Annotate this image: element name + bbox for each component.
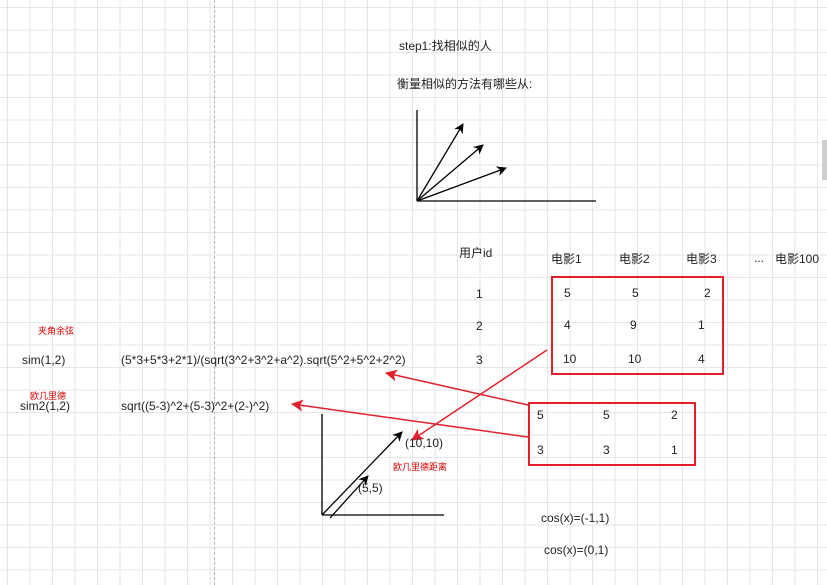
cos-range-example-1: cos(x)=(-1,1) bbox=[541, 511, 610, 525]
vector-arrow-3 bbox=[416, 166, 507, 202]
user-id-1: 1 bbox=[476, 287, 483, 301]
cosine-label: sim(1,2) bbox=[22, 353, 66, 367]
rating-cell: 5 bbox=[632, 286, 639, 300]
rating-cell: 4 bbox=[698, 352, 705, 366]
movie-header-ellipsis: ... bbox=[754, 251, 765, 265]
diff-cell: 2 bbox=[671, 408, 678, 422]
diff-cell: 5 bbox=[603, 408, 610, 422]
euclid-label: sim2(1,2) bbox=[20, 399, 71, 413]
vector-arrow-2 bbox=[416, 144, 484, 202]
cosine-note: 夹角余弦 bbox=[38, 326, 75, 336]
rating-cell: 2 bbox=[704, 286, 711, 300]
question-text: 衡量相似的方法有哪些从: bbox=[397, 77, 533, 91]
euclid-distance-note: 欧几里德距离 bbox=[393, 462, 448, 472]
diff-cell: 5 bbox=[537, 408, 544, 422]
euclid-formula: sqrt((5-3)^2+(5-3)^2+(2-)^2) bbox=[121, 399, 270, 413]
rating-cell: 1 bbox=[698, 318, 705, 332]
rating-cell: 10 bbox=[563, 352, 577, 366]
vector-arrow-1 bbox=[416, 123, 464, 202]
point-label-10-10: (10,10) bbox=[405, 436, 444, 450]
cosine-formula: (5*3+5*3+2*1)/(sqrt(3^2+3^2+a^2).sqrt(5^… bbox=[121, 353, 406, 367]
movie-header-1: 电影1 bbox=[551, 252, 582, 266]
cos-range-example-2: cos(x)=(0,1) bbox=[544, 543, 609, 557]
step-title: step1:找相似的人 bbox=[399, 39, 492, 53]
rating-cell: 5 bbox=[564, 286, 571, 300]
diff-cell: 1 bbox=[671, 443, 678, 457]
red-arrow-to-cosine bbox=[385, 369, 529, 406]
vector-axes-top bbox=[416, 110, 596, 202]
movie-header-100: 电影100 bbox=[775, 252, 820, 266]
rating-cell: 10 bbox=[628, 352, 642, 366]
diff-cell: 3 bbox=[537, 443, 544, 457]
movie-header-3: 电影3 bbox=[686, 252, 717, 266]
rating-cell: 4 bbox=[564, 318, 571, 332]
user-id-header: 用户id bbox=[459, 246, 493, 260]
red-arrow-to-euclid bbox=[291, 399, 529, 438]
movie-header-2: 电影2 bbox=[619, 252, 650, 266]
vector-arrow-10-10 bbox=[321, 431, 403, 516]
user-id-3: 3 bbox=[476, 353, 483, 367]
diff-cell: 3 bbox=[603, 443, 610, 457]
user-id-2: 2 bbox=[476, 319, 483, 333]
point-label-5-5: (5,5) bbox=[358, 481, 383, 495]
rating-cell: 9 bbox=[630, 318, 637, 332]
